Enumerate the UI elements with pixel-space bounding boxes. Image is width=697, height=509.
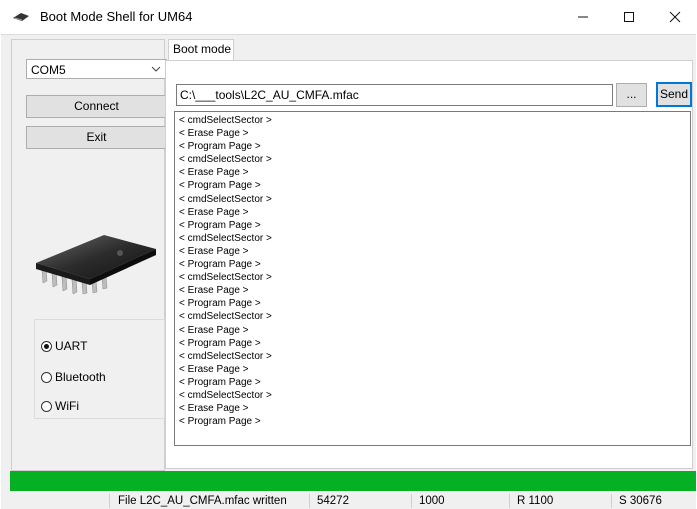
tab-body: C:\___tools\L2C_AU_CMFA.mfac ... Send < … — [165, 60, 693, 469]
left-panel: COM5 Connect Exit UART Bluetooth WiFi — [11, 39, 167, 471]
exit-button[interactable]: Exit — [26, 126, 167, 149]
close-button[interactable] — [652, 0, 697, 34]
radio-wifi-label: WiFi — [55, 399, 79, 413]
log-line: < Program Page > — [179, 180, 261, 192]
log-line: < cmdSelectSector > — [179, 350, 272, 362]
radio-unchecked-icon — [41, 400, 52, 412]
radio-uart-label: UART — [55, 339, 88, 353]
log-line: < Program Page > — [179, 416, 261, 428]
tab-area: Boot mode C:\___tools\L2C_AU_CMFA.mfac .… — [165, 39, 693, 469]
log-line: < cmdSelectSector > — [179, 154, 272, 166]
log-line: < Erase Page > — [179, 363, 249, 375]
close-icon — [669, 11, 681, 23]
log-line: < cmdSelectSector > — [179, 232, 272, 244]
log-line: < Program Page > — [179, 298, 261, 310]
log-line: < Program Page > — [179, 219, 261, 231]
log-line: < Program Page > — [179, 376, 261, 388]
title-bar: Boot Mode Shell for UM64 — [0, 0, 697, 34]
log-line: < Erase Page > — [179, 403, 249, 415]
log-line: < Erase Page > — [179, 324, 249, 336]
log-line: < Erase Page > — [179, 128, 249, 140]
maximize-button[interactable] — [606, 0, 652, 34]
status-separator — [109, 494, 110, 508]
browse-button[interactable]: ... — [616, 83, 647, 107]
log-line: < cmdSelectSector > — [179, 311, 272, 323]
chip-icon — [36, 235, 156, 295]
radio-bluetooth[interactable]: Bluetooth — [41, 370, 106, 384]
status-field-3: R 1100 — [517, 495, 554, 507]
log-line: < Erase Page > — [179, 245, 249, 257]
status-bar: File L2C_AU_CMFA.mfac written 54272 1000… — [1, 493, 697, 509]
connection-type-group: UART Bluetooth WiFi — [34, 319, 165, 419]
status-field-2: 1000 — [419, 495, 445, 507]
status-message: File L2C_AU_CMFA.mfac written — [118, 495, 287, 507]
port-select-value: COM5 — [31, 63, 66, 77]
log-line: < cmdSelectSector > — [179, 115, 272, 126]
status-field-1: 54272 — [317, 495, 349, 507]
log-line: < Erase Page > — [179, 167, 249, 179]
status-field-4: S 30676 — [619, 495, 662, 507]
log-line: < cmdSelectSector > — [179, 272, 272, 284]
radio-wifi[interactable]: WiFi — [41, 399, 79, 413]
app-icon — [13, 13, 29, 21]
log-line: < Program Page > — [179, 259, 261, 271]
minimize-button[interactable] — [560, 0, 606, 34]
log-line: < Erase Page > — [179, 285, 249, 297]
file-path-input[interactable]: C:\___tools\L2C_AU_CMFA.mfac — [176, 84, 613, 106]
log-line: < cmdSelectSector > — [179, 193, 272, 205]
radio-uart[interactable]: UART — [41, 339, 87, 353]
window-title: Boot Mode Shell for UM64 — [40, 9, 193, 24]
log-line: < Program Page > — [179, 141, 261, 153]
status-separator — [411, 494, 412, 508]
send-button[interactable]: Send — [656, 82, 692, 107]
port-select[interactable]: COM5 — [26, 59, 167, 79]
log-line: < Erase Page > — [179, 206, 249, 218]
tab-boot-mode[interactable]: Boot mode — [168, 39, 234, 60]
radio-unchecked-icon — [41, 371, 52, 383]
status-separator — [611, 494, 612, 508]
log-output[interactable]: < cmdSelectSector > < Erase Page > < Progr… — [174, 111, 691, 446]
maximize-icon — [624, 12, 634, 22]
minimize-icon — [578, 16, 588, 18]
chevron-down-icon — [151, 66, 161, 72]
status-separator — [309, 494, 310, 508]
progress-bar — [10, 471, 696, 491]
main-window: COM5 Connect Exit UART Bluetooth WiFi Bo… — [1, 34, 696, 509]
radio-bluetooth-label: Bluetooth — [55, 370, 106, 384]
log-line: < cmdSelectSector > — [179, 389, 272, 401]
status-separator — [509, 494, 510, 508]
radio-checked-icon — [41, 340, 52, 352]
connect-button[interactable]: Connect — [26, 95, 167, 118]
log-line: < Program Page > — [179, 337, 261, 349]
